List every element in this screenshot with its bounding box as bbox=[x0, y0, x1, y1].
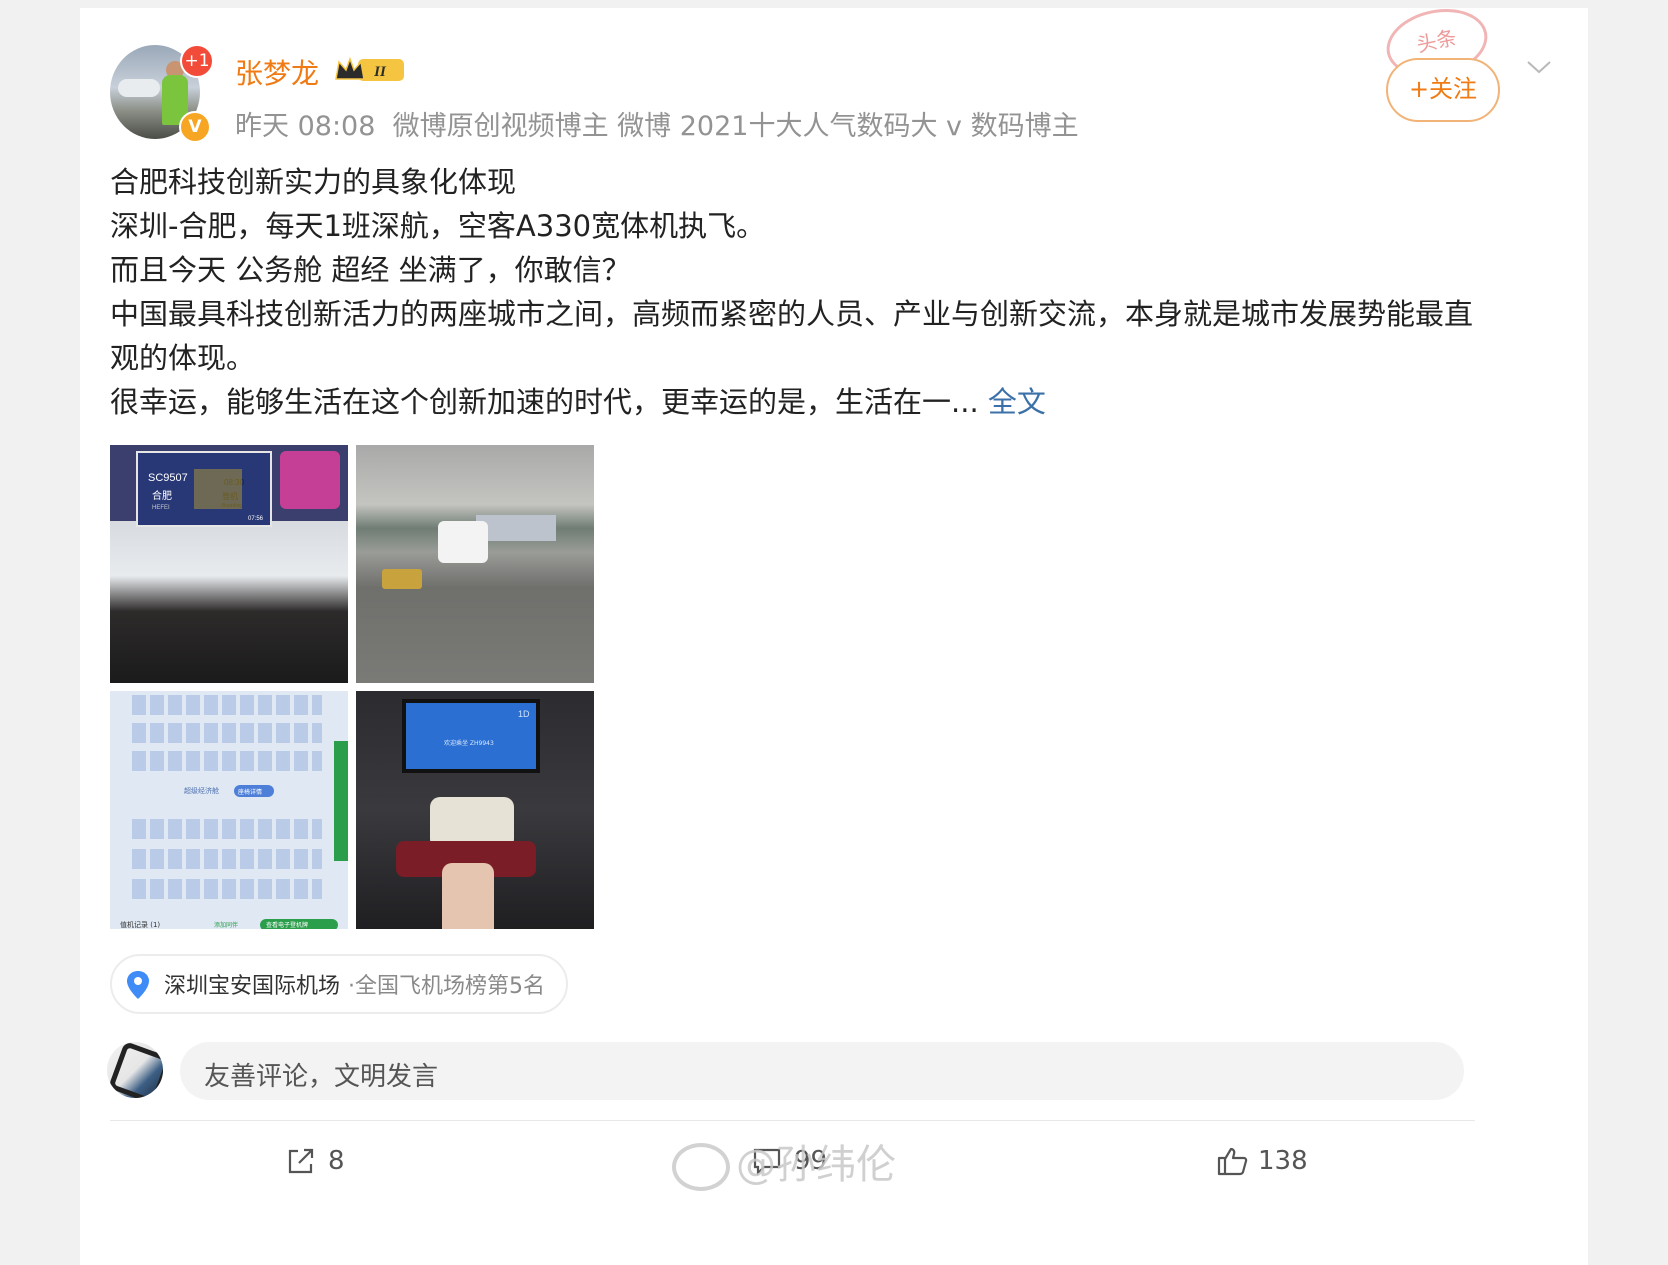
jet-bridge bbox=[476, 515, 556, 541]
author-tags: 微博原创视频博主 微博 2021十大人气数码大 v 数码博主 bbox=[392, 111, 1079, 142]
post-content: 合肥科技创新实力的具象化体现 深圳-合肥，每天1班深航，空客A330宽体机执飞。… bbox=[110, 160, 1490, 424]
class-label: 超级经济舱 bbox=[184, 786, 219, 795]
member-crown-icon[interactable]: II bbox=[334, 56, 406, 84]
follow-button[interactable]: +关注 bbox=[1386, 58, 1500, 122]
repost-icon bbox=[288, 1148, 314, 1174]
comment-placeholder: 友善评论，文明发言 bbox=[204, 1062, 439, 1092]
post-image-2[interactable] bbox=[356, 445, 594, 683]
pink-sign bbox=[280, 451, 340, 509]
detail-label: 座椅详情 bbox=[238, 788, 262, 796]
bottom-right-label: 查看电子登机牌 bbox=[266, 921, 308, 929]
avatar-plane bbox=[118, 79, 160, 97]
read-more-link[interactable]: 全文 bbox=[988, 385, 1046, 419]
watermark: @孙纬伦 bbox=[672, 1132, 896, 1191]
airplane bbox=[438, 521, 488, 563]
location-tag[interactable]: 深圳宝安国际机场 ·全国飞机场榜第5名 bbox=[110, 954, 568, 1014]
repost-button[interactable]: 8 bbox=[286, 1142, 376, 1182]
screen-text: 欢迎乘坐 ZH9943 bbox=[444, 739, 494, 747]
weibo-post-card: +1 V 张梦龙 II 昨天 08:08 微博原创视频博主 微博 2021十大人… bbox=[80, 0, 1588, 1265]
location-rank: ·全国飞机场榜第5名 bbox=[348, 974, 545, 999]
like-count: 138 bbox=[1258, 1146, 1308, 1176]
bottom-left-label: 值机记录 (1) bbox=[120, 920, 160, 929]
post-image-1[interactable]: SC9507 合肥 HEFEI 08:30 登机 Boarding 07:56 bbox=[110, 445, 348, 683]
content-line: 而且今天 公务舱 超经 坐满了，你敢信？ bbox=[110, 253, 631, 287]
author-name[interactable]: 张梦龙 bbox=[235, 52, 319, 92]
divider bbox=[110, 1120, 1475, 1121]
tug-truck bbox=[382, 569, 422, 589]
post-timestamp[interactable]: 昨天 08:08 bbox=[235, 111, 375, 142]
seat-no: 1D bbox=[518, 709, 530, 719]
board-dest-en: HEFEI bbox=[152, 505, 170, 511]
like-button[interactable]: 138 bbox=[1216, 1142, 1336, 1182]
legs bbox=[442, 863, 494, 929]
thumbs-up-icon bbox=[1217, 1147, 1248, 1176]
repost-count: 8 bbox=[328, 1146, 345, 1176]
location-pin-icon bbox=[127, 971, 149, 999]
notification-badge: +1 bbox=[180, 44, 214, 78]
seat-row bbox=[132, 849, 322, 869]
post-image-3[interactable]: 超级经济舱 座椅详情 值机记录 (1) 添加同伴 查看电子登机牌 bbox=[110, 691, 348, 929]
board-dest: 合肥 bbox=[152, 489, 172, 502]
weibo-logo-icon bbox=[672, 1143, 730, 1191]
member-level: II bbox=[373, 64, 387, 80]
post-meta: 昨天 08:08 微博原创视频博主 微博 2021十大人气数码大 v 数码博主 bbox=[235, 104, 1079, 143]
commenter-avatar[interactable] bbox=[107, 1042, 163, 1098]
board-highlight bbox=[194, 469, 242, 509]
board-clock: 07:56 bbox=[248, 516, 264, 522]
seat-row bbox=[132, 879, 322, 899]
location-name: 深圳宝安国际机场 bbox=[164, 974, 341, 999]
content-line: 深圳-合肥，每天1班深航，空客A330宽体机执飞。 bbox=[110, 209, 766, 243]
content-line: 合肥科技创新实力的具象化体现 bbox=[110, 165, 517, 199]
side-tab bbox=[334, 741, 348, 861]
seat-row bbox=[132, 819, 322, 839]
flight-board: SC9507 合肥 HEFEI 08:30 登机 Boarding 07:56 bbox=[136, 451, 272, 527]
seat-screen: 1D 欢迎乘坐 ZH9943 bbox=[402, 699, 540, 773]
chevron-down-icon[interactable] bbox=[1526, 54, 1552, 80]
comment-input[interactable]: 友善评论，文明发言 bbox=[180, 1042, 1464, 1100]
board-flight: SC9507 bbox=[148, 472, 188, 484]
bottom-mid-label: 添加同伴 bbox=[214, 921, 238, 929]
seat-screen-text: 1D 欢迎乘坐 ZH9943 bbox=[444, 709, 530, 747]
content-truncated: 很幸运，能够生活在这个创新加速的时代，更幸运的是，生活在一... bbox=[110, 385, 979, 419]
content-line: 中国最具科技创新活力的两座城市之间，高频而紧密的人员、产业与创新交流，本身就是城… bbox=[110, 297, 1474, 375]
avatar-mark bbox=[107, 1042, 163, 1098]
watermark-text: @孙纬伦 bbox=[736, 1142, 896, 1188]
content-line-last: 很幸运，能够生活在这个创新加速的时代，更幸运的是，生活在一... 全文 bbox=[110, 380, 1490, 424]
verified-icon: V bbox=[179, 111, 211, 143]
post-image-4[interactable]: 1D 欢迎乘坐 ZH9943 bbox=[356, 691, 594, 929]
